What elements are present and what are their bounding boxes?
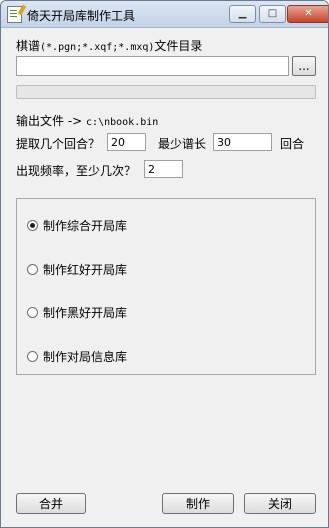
output-file-label: 输出文件 -> [16,114,83,128]
source-dir-label: 棋谱(*.pgn;*.xqf;*.mxq)文件目录 [16,37,202,54]
merge-button[interactable]: 合并 [16,493,86,514]
option-game-info-book[interactable]: 制作对局信息库 [27,348,127,365]
app-window: 倚天开局库制作工具 ▁ □ ✕ 棋谱(*.pgn;*.xqf;*.mxq)文件目… [0,0,329,528]
minimize-button[interactable]: ▁ [229,5,256,23]
option-red-book[interactable]: 制作红好开局库 [27,261,127,278]
mode-groupbox: 制作综合开局库 制作红好开局库 制作黑好开局库 制作对局信息库 [16,198,316,375]
output-file-path: c:\nbook.bin [86,117,159,128]
rounds-unit-label: 回合 [280,137,305,151]
window-title: 倚天开局库制作工具 [27,9,136,23]
moves-input[interactable]: 20 [107,133,146,151]
notepad-pencil-icon [7,6,22,23]
frequency-label: 出现频率，至少几次？ [16,164,137,178]
radio-button[interactable] [27,264,38,275]
source-dir-input[interactable] [16,56,289,76]
radio-button[interactable] [27,307,38,318]
title-bar[interactable]: 倚天开局库制作工具 ▁ □ ✕ [1,1,328,28]
radio-button[interactable] [27,351,38,362]
maximize-button[interactable]: □ [259,5,286,23]
option-label: 制作黑好开局库 [43,306,128,320]
progress-bar [16,85,316,99]
source-dir-label-prefix: 棋谱 [16,39,41,53]
frequency-input[interactable]: 2 [144,160,183,178]
close-window-button[interactable]: ✕ [287,5,328,23]
option-black-book[interactable]: 制作黑好开局库 [27,304,127,321]
moves-label: 提取几个回合？ [16,137,101,151]
close-button[interactable]: 关闭 [244,493,316,514]
option-label: 制作红好开局库 [43,263,128,277]
output-file-row: 输出文件 -> c:\nbook.bin [16,112,158,129]
source-dir-label-suffix: 文件目录 [154,39,203,53]
close-icon: ✕ [304,8,313,19]
make-button[interactable]: 制作 [162,493,234,514]
radio-button[interactable] [27,220,38,231]
source-dir-label-pattern: (*.pgn;*.xqf;*.mxq) [40,42,155,53]
option-label: 制作综合开局库 [43,219,128,233]
min-length-label: 最少谱长 [158,137,207,151]
min-length-input[interactable]: 30 [213,133,272,151]
minimize-icon: ▁ [238,8,247,19]
maximize-icon: □ [267,8,278,19]
option-label: 制作对局信息库 [43,350,128,364]
browse-button[interactable]: ... [292,56,316,76]
option-general-book[interactable]: 制作综合开局库 [27,217,127,234]
